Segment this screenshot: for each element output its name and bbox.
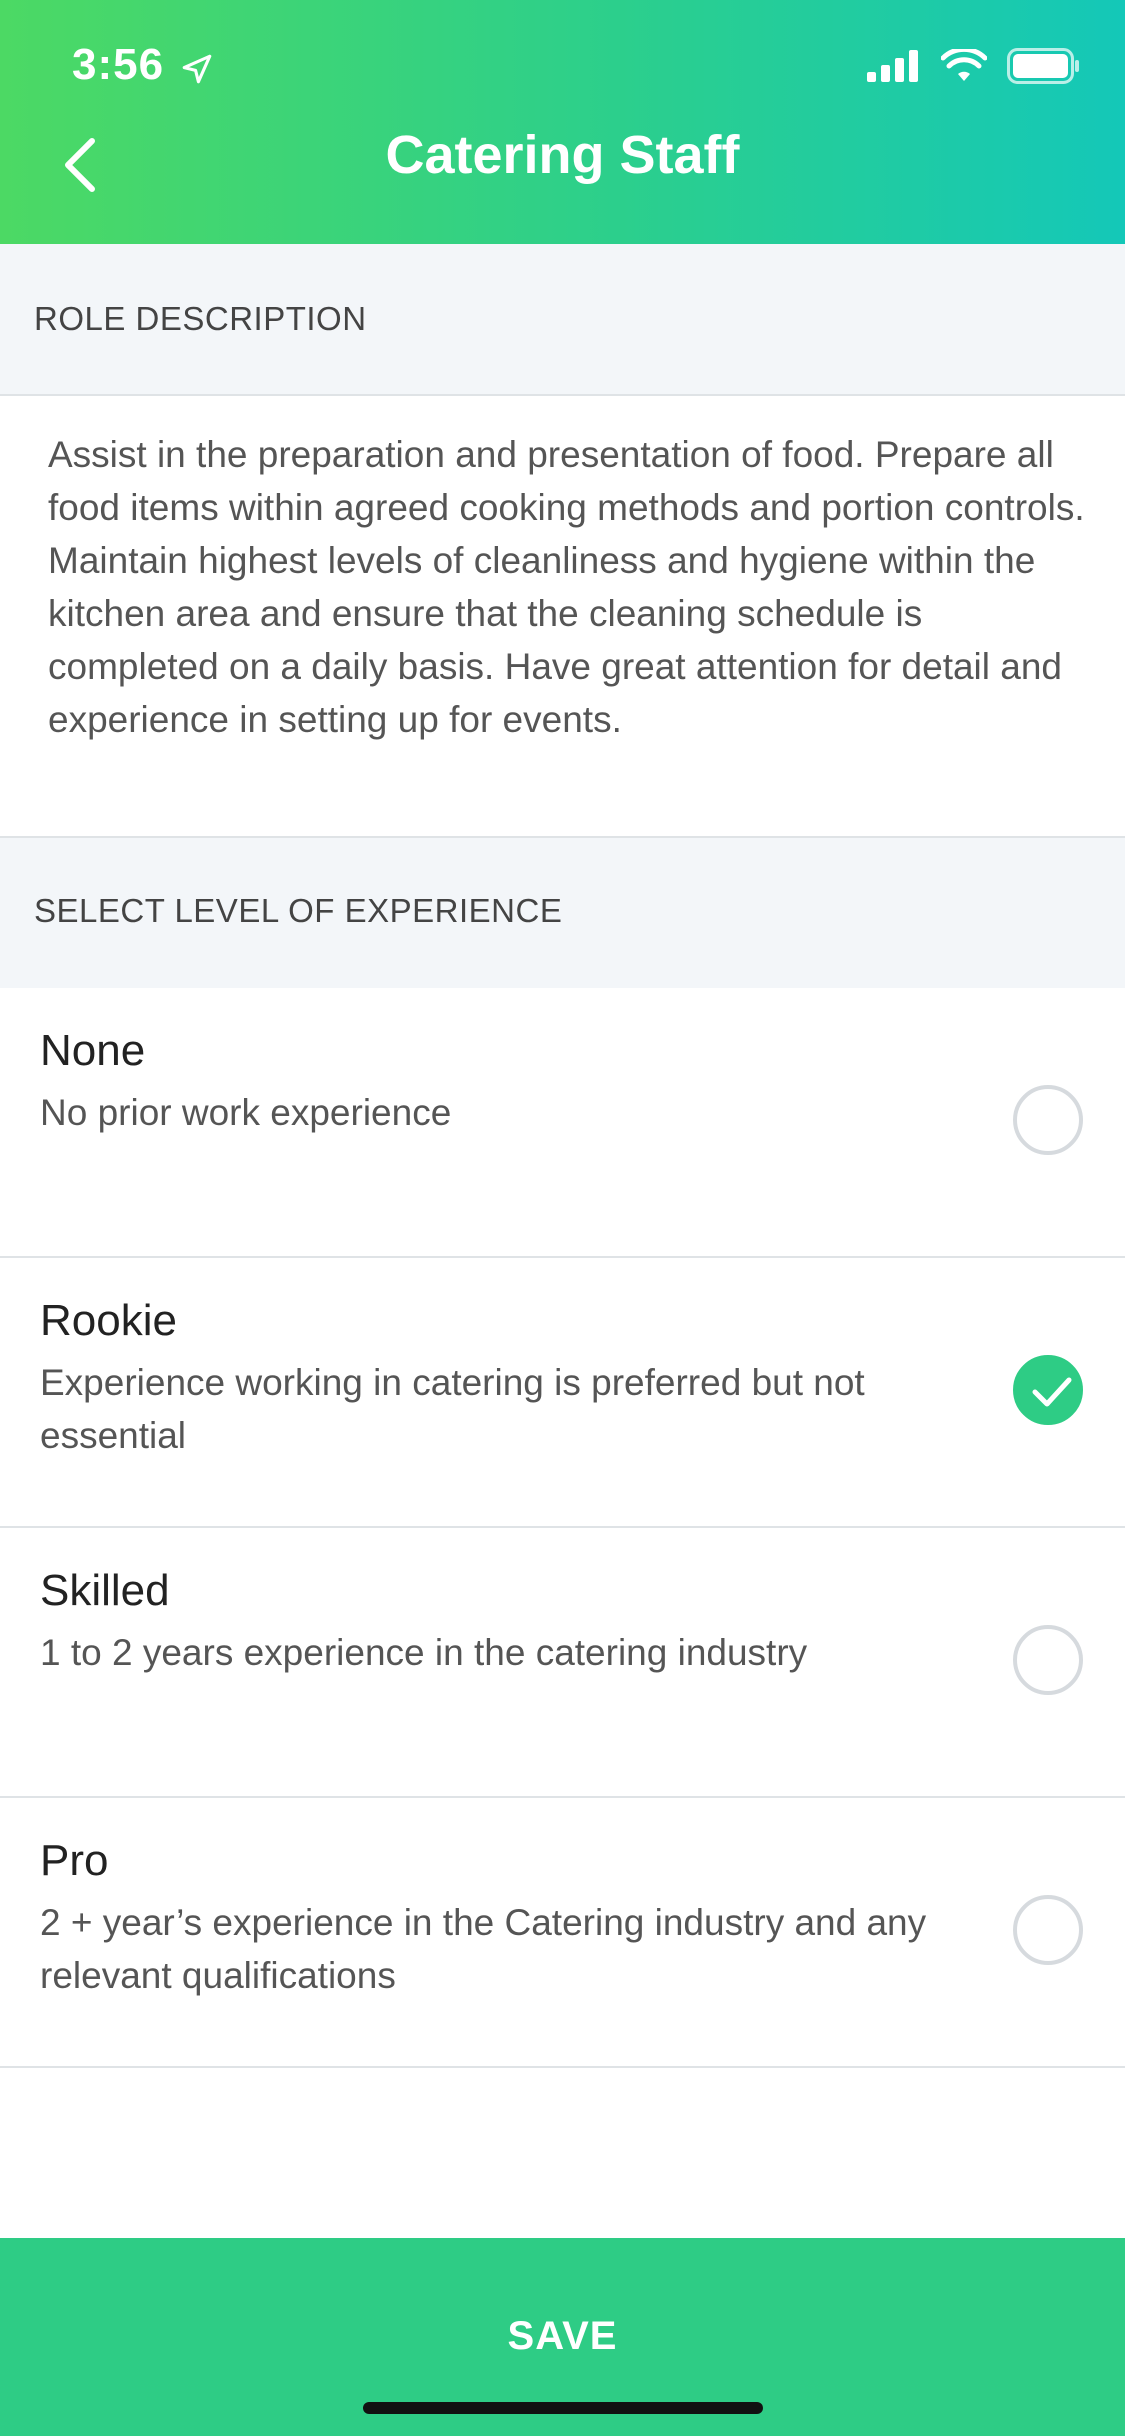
radio-button[interactable] xyxy=(1013,1895,1083,1965)
location-arrow-icon xyxy=(182,54,212,84)
header-bar: 3:56 Catering Staff xyxy=(0,0,1125,244)
option-skilled[interactable]: Skilled 1 to 2 years experience in the c… xyxy=(0,1528,1125,1798)
section-heading: ROLE DESCRIPTION xyxy=(34,300,367,337)
signal-icon xyxy=(867,50,918,82)
role-description-text: Assist in the preparation and presentati… xyxy=(48,434,1085,740)
wifi-icon xyxy=(941,49,987,81)
save-label: SAVE xyxy=(507,2314,618,2358)
option-pro[interactable]: Pro 2 + year’s experience in the Caterin… xyxy=(0,1798,1125,2068)
status-time: 3:56 xyxy=(72,40,165,89)
page-title: Catering Staff xyxy=(385,125,740,185)
radio-button[interactable] xyxy=(1013,1625,1083,1695)
radio-button[interactable] xyxy=(1013,1085,1083,1155)
role-description-header: ROLE DESCRIPTION xyxy=(0,244,1125,396)
option-none[interactable]: None No prior work experience xyxy=(0,988,1125,1258)
option-name: None xyxy=(40,1026,146,1075)
radio-button-selected[interactable] xyxy=(1013,1355,1083,1425)
option-description: 2 + year’s experience in the Catering in… xyxy=(40,1902,927,1996)
option-name: Pro xyxy=(40,1836,109,1885)
save-button[interactable]: SAVE xyxy=(0,2238,1125,2436)
status-icons xyxy=(867,48,1081,84)
experience-level-header: SELECT LEVEL OF EXPERIENCE xyxy=(0,836,1125,990)
section-heading: SELECT LEVEL OF EXPERIENCE xyxy=(34,892,563,929)
home-indicator xyxy=(363,2402,763,2414)
option-description: Experience working in catering is prefer… xyxy=(40,1362,865,1456)
option-description: No prior work experience xyxy=(40,1092,452,1133)
checkmark-icon xyxy=(1032,1377,1072,1407)
option-description: 1 to 2 years experience in the catering … xyxy=(40,1632,808,1673)
option-rookie[interactable]: Rookie Experience working in catering is… xyxy=(0,1258,1125,1528)
battery-icon xyxy=(1007,48,1079,84)
option-name: Rookie xyxy=(40,1296,177,1345)
option-name: Skilled xyxy=(40,1566,170,1615)
